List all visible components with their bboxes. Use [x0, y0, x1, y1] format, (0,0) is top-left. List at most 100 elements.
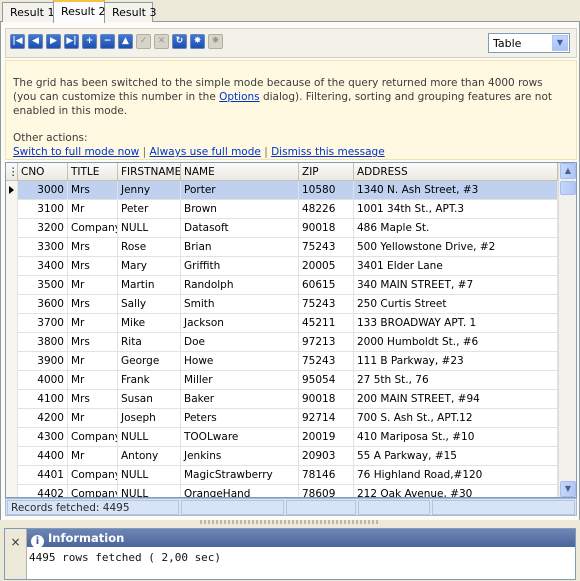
column-header-title[interactable]: TITLE — [68, 163, 118, 181]
data-grid[interactable]: ⋮ CNO TITLE FIRSTNAME NAME ZIP ADDRESS 3000 Mr… — [5, 162, 577, 498]
cell-name[interactable]: TOOLware — [181, 428, 299, 447]
cell-firstname[interactable]: Mary — [118, 257, 181, 276]
cell-name[interactable]: OrangeHand — [181, 485, 299, 497]
switch-full-mode-link[interactable]: Switch to full mode now — [13, 146, 139, 158]
cell-zip[interactable]: 48226 — [299, 200, 354, 219]
cell-cno[interactable]: 3100 — [18, 200, 68, 219]
cell-zip[interactable]: 20019 — [299, 428, 354, 447]
cell-cno[interactable]: 3200 — [18, 219, 68, 238]
row-indicator-icon[interactable] — [6, 181, 18, 200]
cell-zip[interactable]: 20005 — [299, 257, 354, 276]
cell-title[interactable]: Mr — [68, 409, 118, 428]
row-indicator[interactable] — [6, 276, 18, 295]
cell-name[interactable]: Porter — [181, 181, 299, 200]
row-indicator[interactable] — [6, 447, 18, 466]
edit-record-icon[interactable]: ▲ — [118, 34, 133, 49]
cell-cno[interactable]: 3600 — [18, 295, 68, 314]
cell-cno[interactable]: 3700 — [18, 314, 68, 333]
cell-cno[interactable]: 4200 — [18, 409, 68, 428]
row-indicator[interactable] — [6, 466, 18, 485]
cell-zip[interactable]: 75243 — [299, 295, 354, 314]
always-full-mode-link[interactable]: Always use full mode — [149, 146, 260, 158]
cell-firstname[interactable]: NULL — [118, 219, 181, 238]
column-header-cno[interactable]: CNO — [18, 163, 68, 181]
row-indicator[interactable] — [6, 428, 18, 447]
table-row[interactable]: 3500 Mr Martin Randolph 60615 340 MAIN STREET… — [6, 276, 558, 295]
table-row[interactable]: 4401 Company NULL MagicStrawberry 78146 76 Hi… — [6, 466, 558, 485]
cell-firstname[interactable]: Rita — [118, 333, 181, 352]
cell-cno[interactable]: 3800 — [18, 333, 68, 352]
scroll-down-icon[interactable]: ▼ — [560, 481, 576, 497]
cell-address[interactable]: 500 Yellowstone Drive, #2 — [354, 238, 558, 257]
dismiss-message-link[interactable]: Dismiss this message — [271, 146, 385, 158]
table-row[interactable]: 3400 Mrs Mary Griffith 20005 3401 Elder Lane — [6, 257, 558, 276]
cell-name[interactable]: MagicStrawberry — [181, 466, 299, 485]
cell-cno[interactable]: 4000 — [18, 371, 68, 390]
table-row[interactable]: 4300 Company NULL TOOLware 20019 410 Mariposa… — [6, 428, 558, 447]
cell-address[interactable]: 133 BROADWAY APT. 1 — [354, 314, 558, 333]
cell-name[interactable]: Doe — [181, 333, 299, 352]
column-chooser-icon[interactable]: ⋮ — [6, 163, 18, 181]
row-indicator[interactable] — [6, 219, 18, 238]
last-record-icon[interactable]: ▶| — [64, 34, 79, 49]
apply-updates-icon[interactable]: ✸ — [190, 34, 205, 49]
column-header-name[interactable]: NAME — [181, 163, 299, 181]
table-row[interactable]: 4402 Company NULL OrangeHand 78609 212 Oak Av… — [6, 485, 558, 497]
chevron-down-icon[interactable]: ▼ — [552, 35, 568, 51]
cell-zip[interactable]: 90018 — [299, 390, 354, 409]
cell-title[interactable]: Mr — [68, 371, 118, 390]
cell-address[interactable]: 250 Curtis Street — [354, 295, 558, 314]
scroll-thumb[interactable] — [560, 181, 576, 195]
table-row[interactable]: 4200 Mr Joseph Peters 92714 700 S. Ash St., A… — [6, 409, 558, 428]
cell-cno[interactable]: 4402 — [18, 485, 68, 497]
tab-result-2[interactable]: Result 2 — [53, 0, 105, 23]
cell-firstname[interactable]: Frank — [118, 371, 181, 390]
row-indicator[interactable] — [6, 295, 18, 314]
cell-address[interactable]: 27 5th St., 76 — [354, 371, 558, 390]
table-row[interactable]: 4400 Mr Antony Jenkins 20903 55 A Parkway, #1… — [6, 447, 558, 466]
cell-firstname[interactable]: Jenny — [118, 181, 181, 200]
cell-zip[interactable]: 60615 — [299, 276, 354, 295]
cell-cno[interactable]: 3900 — [18, 352, 68, 371]
table-row[interactable]: 3800 Mrs Rita Doe 97213 2000 Humboldt St., #6 — [6, 333, 558, 352]
cell-title[interactable]: Mr — [68, 352, 118, 371]
cell-title[interactable]: Mr — [68, 276, 118, 295]
cell-name[interactable]: Brown — [181, 200, 299, 219]
cell-name[interactable]: Howe — [181, 352, 299, 371]
table-row[interactable]: 3300 Mrs Rose Brian 75243 500 Yellowstone Dri… — [6, 238, 558, 257]
table-row[interactable]: 4100 Mrs Susan Baker 90018 200 MAIN STREET, #… — [6, 390, 558, 409]
row-indicator[interactable] — [6, 333, 18, 352]
cell-firstname[interactable]: Joseph — [118, 409, 181, 428]
refresh-icon[interactable]: ↻ — [172, 34, 187, 49]
cell-title[interactable]: Company — [68, 428, 118, 447]
cell-zip[interactable]: 45211 — [299, 314, 354, 333]
row-indicator[interactable] — [6, 371, 18, 390]
cell-firstname[interactable]: Susan — [118, 390, 181, 409]
row-indicator[interactable] — [6, 352, 18, 371]
cell-title[interactable]: Mr — [68, 200, 118, 219]
cell-firstname[interactable]: NULL — [118, 485, 181, 497]
table-row[interactable]: 4000 Mr Frank Miller 95054 27 5th St., 76 — [6, 371, 558, 390]
table-row[interactable]: 3000 Mrs Jenny Porter 10580 1340 N. Ash Stree… — [6, 181, 558, 200]
cell-zip[interactable]: 10580 — [299, 181, 354, 200]
cell-firstname[interactable]: Mike — [118, 314, 181, 333]
row-indicator[interactable] — [6, 314, 18, 333]
row-indicator[interactable] — [6, 238, 18, 257]
cell-zip[interactable]: 75243 — [299, 352, 354, 371]
cell-title[interactable]: Company — [68, 466, 118, 485]
cell-address[interactable]: 200 MAIN STREET, #94 — [354, 390, 558, 409]
cell-address[interactable]: 1340 N. Ash Street, #3 — [354, 181, 558, 200]
cell-title[interactable]: Mrs — [68, 238, 118, 257]
cell-title[interactable]: Mrs — [68, 295, 118, 314]
table-row[interactable]: 3900 Mr George Howe 75243 111 B Parkway, #23 — [6, 352, 558, 371]
cell-address[interactable]: 340 MAIN STREET, #7 — [354, 276, 558, 295]
cell-address[interactable]: 76 Highland Road,#120 — [354, 466, 558, 485]
cell-cno[interactable]: 4401 — [18, 466, 68, 485]
cell-title[interactable]: Mrs — [68, 390, 118, 409]
table-row[interactable]: 3700 Mr Mike Jackson 45211 133 BROADWAY APT. … — [6, 314, 558, 333]
row-indicator[interactable] — [6, 257, 18, 276]
next-record-icon[interactable]: ▶ — [46, 34, 61, 49]
cell-cno[interactable]: 4100 — [18, 390, 68, 409]
cell-title[interactable]: Company — [68, 219, 118, 238]
cell-firstname[interactable]: NULL — [118, 428, 181, 447]
